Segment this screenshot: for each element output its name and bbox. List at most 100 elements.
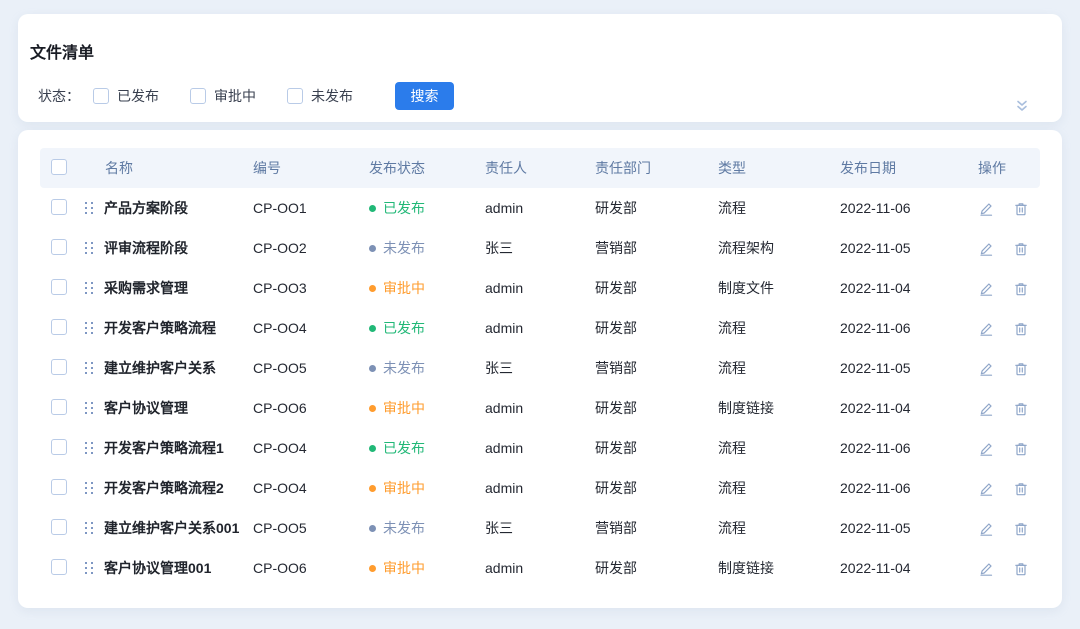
trash-icon[interactable] xyxy=(1013,321,1029,337)
row-owner: 张三 xyxy=(477,508,587,548)
row-owner: admin xyxy=(477,468,587,508)
edit-pencil-icon[interactable] xyxy=(978,281,994,297)
edit-pencil-icon[interactable] xyxy=(978,561,994,577)
published-checkbox-label: 已发布 xyxy=(117,86,159,106)
drag-handle-icon[interactable] xyxy=(84,401,94,415)
row-checkbox[interactable] xyxy=(51,319,67,335)
drag-handle-icon[interactable] xyxy=(84,521,94,535)
double-chevron-down-icon[interactable] xyxy=(1014,98,1030,114)
select-all-checkbox[interactable] xyxy=(51,159,67,175)
filter-option-approving[interactable]: 审批中 xyxy=(190,86,256,106)
trash-icon[interactable] xyxy=(1013,481,1029,497)
edit-pencil-icon[interactable] xyxy=(978,481,994,497)
trash-icon[interactable] xyxy=(1013,441,1029,457)
table-row: 建立维护客户关系 CP-OO5 未发布 张三 营销部 流程 2022-11-05 xyxy=(40,348,1040,388)
status-badge: 审批中 xyxy=(369,478,425,498)
search-button[interactable]: 搜索 xyxy=(395,82,454,110)
column-header-department: 责任部门 xyxy=(587,148,710,188)
column-header-actions: 操作 xyxy=(970,148,1040,188)
row-type: 流程 xyxy=(710,508,832,548)
row-checkbox[interactable] xyxy=(51,479,67,495)
row-owner: admin xyxy=(477,308,587,348)
row-checkbox[interactable] xyxy=(51,279,67,295)
row-type: 流程 xyxy=(710,188,832,228)
unpublished-checkbox[interactable] xyxy=(287,88,303,104)
trash-icon[interactable] xyxy=(1013,521,1029,537)
drag-handle-icon[interactable] xyxy=(84,481,94,495)
row-department: 营销部 xyxy=(587,228,710,268)
drag-handle-icon[interactable] xyxy=(84,361,94,375)
edit-pencil-icon[interactable] xyxy=(978,201,994,217)
row-name: 产品方案阶段 xyxy=(104,198,188,218)
row-checkbox[interactable] xyxy=(51,439,67,455)
row-checkbox[interactable] xyxy=(51,359,67,375)
status-dot-icon xyxy=(369,485,376,492)
row-owner: 张三 xyxy=(477,228,587,268)
row-checkbox[interactable] xyxy=(51,559,67,575)
status-badge: 审批中 xyxy=(369,558,425,578)
drag-handle-icon[interactable] xyxy=(84,321,94,335)
row-owner: admin xyxy=(477,268,587,308)
status-badge: 未发布 xyxy=(369,238,425,258)
edit-pencil-icon[interactable] xyxy=(978,321,994,337)
drag-handle-icon[interactable] xyxy=(84,201,94,215)
row-code: CP-OO5 xyxy=(245,508,361,548)
status-badge: 审批中 xyxy=(369,278,425,298)
status-dot-icon xyxy=(369,525,376,532)
row-name: 评审流程阶段 xyxy=(104,238,188,258)
edit-pencil-icon[interactable] xyxy=(978,361,994,377)
row-code: CP-OO4 xyxy=(245,468,361,508)
row-department: 研发部 xyxy=(587,548,710,588)
row-date: 2022-11-04 xyxy=(832,268,970,308)
edit-pencil-icon[interactable] xyxy=(978,241,994,257)
row-date: 2022-11-06 xyxy=(832,428,970,468)
trash-icon[interactable] xyxy=(1013,361,1029,377)
trash-icon[interactable] xyxy=(1013,401,1029,417)
row-owner: 张三 xyxy=(477,348,587,388)
table-row: 开发客户策略流程1 CP-OO4 已发布 admin 研发部 流程 2022-1… xyxy=(40,428,1040,468)
row-code: CP-OO6 xyxy=(245,388,361,428)
status-dot-icon xyxy=(369,565,376,572)
row-checkbox[interactable] xyxy=(51,519,67,535)
row-type: 流程 xyxy=(710,428,832,468)
drag-handle-icon[interactable] xyxy=(84,441,94,455)
trash-icon[interactable] xyxy=(1013,561,1029,577)
status-badge: 未发布 xyxy=(369,518,425,538)
status-dot-icon xyxy=(369,445,376,452)
row-checkbox[interactable] xyxy=(51,199,67,215)
row-type: 流程 xyxy=(710,348,832,388)
published-checkbox[interactable] xyxy=(93,88,109,104)
edit-pencil-icon[interactable] xyxy=(978,401,994,417)
status-label: 审批中 xyxy=(383,478,425,498)
row-code: CP-OO6 xyxy=(245,548,361,588)
filter-card: 文件清单 状态： 已发布 审批中 未发布 搜索 xyxy=(18,14,1062,122)
filter-option-unpublished[interactable]: 未发布 xyxy=(287,86,353,106)
row-owner: admin xyxy=(477,428,587,468)
edit-pencil-icon[interactable] xyxy=(978,441,994,457)
approving-checkbox[interactable] xyxy=(190,88,206,104)
row-code: CP-OO4 xyxy=(245,428,361,468)
drag-handle-icon[interactable] xyxy=(84,241,94,255)
row-name: 客户协议管理001 xyxy=(104,558,211,578)
row-checkbox[interactable] xyxy=(51,239,67,255)
status-badge: 已发布 xyxy=(369,318,425,338)
row-code: CP-OO2 xyxy=(245,228,361,268)
status-label: 审批中 xyxy=(383,558,425,578)
edit-pencil-icon[interactable] xyxy=(978,521,994,537)
drag-handle-icon[interactable] xyxy=(84,281,94,295)
trash-icon[interactable] xyxy=(1013,201,1029,217)
status-filter-label: 状态： xyxy=(38,86,80,106)
row-date: 2022-11-05 xyxy=(832,228,970,268)
row-date: 2022-11-05 xyxy=(832,508,970,548)
trash-icon[interactable] xyxy=(1013,281,1029,297)
row-code: CP-OO1 xyxy=(245,188,361,228)
row-owner: admin xyxy=(477,388,587,428)
status-dot-icon xyxy=(369,365,376,372)
drag-handle-icon[interactable] xyxy=(84,561,94,575)
status-badge: 已发布 xyxy=(369,438,425,458)
file-table: 名称 编号 发布状态 责任人 责任部门 类型 发布日期 操作 xyxy=(40,148,1040,588)
row-date: 2022-11-06 xyxy=(832,308,970,348)
row-checkbox[interactable] xyxy=(51,399,67,415)
trash-icon[interactable] xyxy=(1013,241,1029,257)
filter-option-published[interactable]: 已发布 xyxy=(93,86,159,106)
